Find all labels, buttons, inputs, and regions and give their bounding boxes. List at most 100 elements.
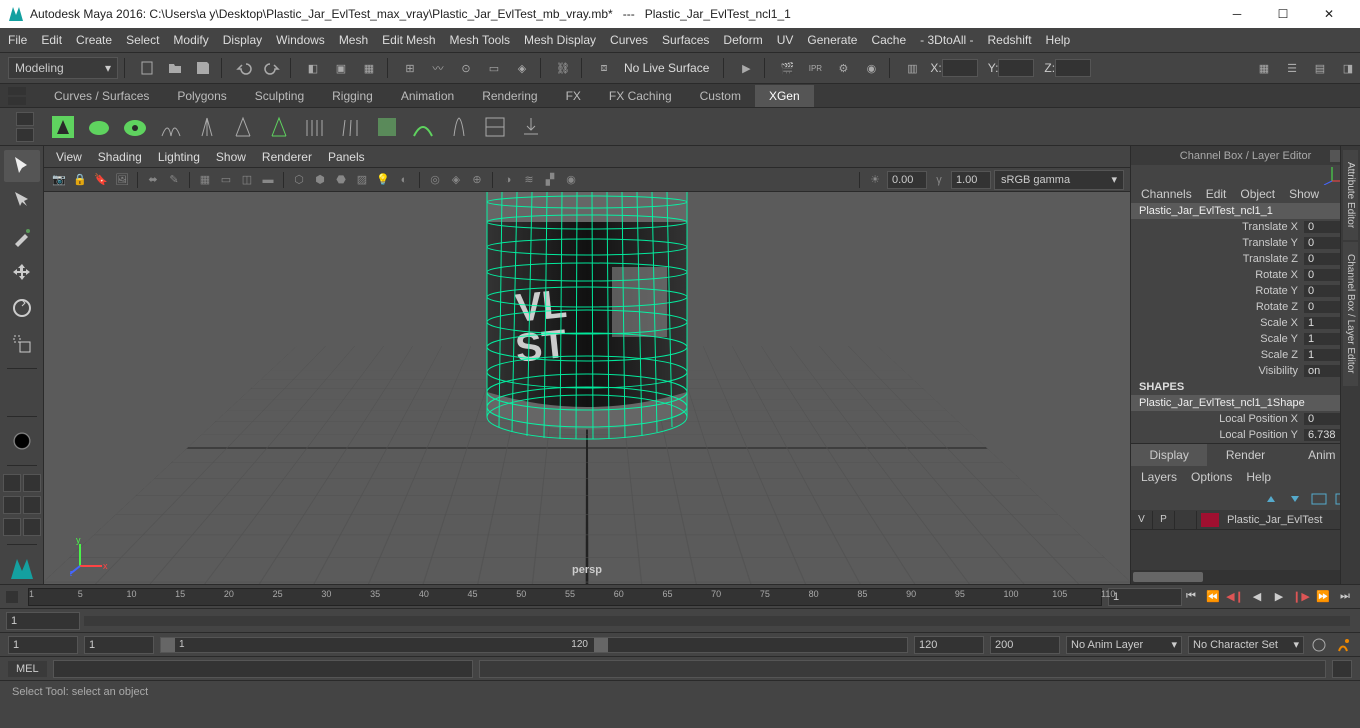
vp-gamma-icon[interactable]: γ	[930, 171, 948, 189]
shelf-tab-rigging[interactable]: Rigging	[318, 85, 387, 107]
cb-menu-show[interactable]: Show	[1289, 187, 1319, 201]
select-hierarchy-icon[interactable]: ◧	[301, 56, 325, 80]
layer-menu-help[interactable]: Help	[1246, 470, 1271, 484]
construction-history-icon[interactable]: ⛓	[551, 56, 575, 80]
ipr-render-icon[interactable]: IPR	[803, 56, 827, 80]
move-tool-icon[interactable]	[4, 257, 40, 289]
xgen-window-icon[interactable]	[46, 110, 80, 144]
attr-rx-label[interactable]: Rotate X	[1131, 269, 1304, 281]
time-scrubber[interactable]	[84, 616, 1350, 626]
step-back-key-icon[interactable]: ⏪	[1204, 588, 1222, 606]
layout-two-side-icon[interactable]	[3, 496, 21, 514]
snap-point-icon[interactable]: ⊙	[454, 56, 478, 80]
attr-lpy-label[interactable]: Local Position Y	[1131, 429, 1304, 441]
menu-modify[interactable]: Modify	[173, 33, 208, 47]
time-ruler[interactable]: 1510152025303540455055606570758085909510…	[28, 588, 1102, 606]
vp-2d-pan-icon[interactable]: ⬌	[144, 171, 162, 189]
xgen-density-icon[interactable]	[298, 110, 332, 144]
xgen-create-description-icon[interactable]	[82, 110, 116, 144]
cb-menu-edit[interactable]: Edit	[1206, 187, 1227, 201]
vp-xray-icon[interactable]: ◈	[447, 171, 465, 189]
layer-tab-display[interactable]: Display	[1131, 444, 1207, 466]
menu-editmesh[interactable]: Edit Mesh	[382, 33, 435, 47]
cb-menu-object[interactable]: Object	[1240, 187, 1275, 201]
range-end-outer[interactable]: 200	[990, 636, 1060, 654]
xgen-clump-icon[interactable]	[442, 110, 476, 144]
snap-live-icon[interactable]: ◈	[510, 56, 534, 80]
tool-settings-toggle-icon[interactable]: ▤	[1308, 56, 1332, 80]
vp-grease-icon[interactable]: ✎	[165, 171, 183, 189]
snap-plane-icon[interactable]: ▭	[482, 56, 506, 80]
shelf-tab-polygons[interactable]: Polygons	[163, 85, 240, 107]
layout-two-stack-icon[interactable]	[23, 496, 41, 514]
vp-image-plane-icon[interactable]: 🖼	[113, 171, 131, 189]
step-fwd-key-icon[interactable]: ⏩	[1314, 588, 1332, 606]
vp-exposure-field[interactable]: 0.00	[887, 171, 927, 189]
menu-redshift[interactable]: Redshift	[988, 33, 1032, 47]
select-component-icon[interactable]: ▦	[357, 56, 381, 80]
layout-outliner-icon[interactable]	[3, 518, 21, 536]
last-tool-icon[interactable]	[4, 377, 40, 409]
toggle-panel-icon[interactable]: ▥	[900, 56, 924, 80]
close-button[interactable]: ✕	[1306, 0, 1352, 28]
vp-grid-icon[interactable]: ▦	[196, 171, 214, 189]
menu-create[interactable]: Create	[76, 33, 112, 47]
open-scene-icon[interactable]	[163, 56, 187, 80]
range-end-inner[interactable]: 120	[914, 636, 984, 654]
layer-movedown-icon[interactable]	[1286, 492, 1304, 506]
vp-film-gate-icon[interactable]: ▭	[217, 171, 235, 189]
layer-new-empty-icon[interactable]	[1310, 492, 1328, 506]
anim-layer-dropdown[interactable]: No Anim Layer▾	[1066, 636, 1182, 654]
layer-color-swatch[interactable]	[1201, 513, 1219, 527]
vp-bookmark-icon[interactable]: 🔖	[92, 171, 110, 189]
layer-playback[interactable]: P	[1153, 511, 1175, 529]
channel-box-toggle-icon[interactable]: ◨	[1336, 56, 1360, 80]
redo-icon[interactable]	[260, 56, 284, 80]
shelf-tab-fxcaching[interactable]: FX Caching	[595, 85, 686, 107]
attr-ty-label[interactable]: Translate Y	[1131, 237, 1304, 249]
prefs-icon[interactable]	[1334, 636, 1352, 654]
menu-file[interactable]: File	[8, 33, 27, 47]
vp-gamma-field[interactable]: 1.00	[951, 171, 991, 189]
menu-display[interactable]: Display	[223, 33, 262, 47]
script-editor-icon[interactable]	[1332, 660, 1352, 678]
vp-ao-icon[interactable]: ◑	[499, 171, 517, 189]
vp-wireframe-icon[interactable]: ⬡	[290, 171, 308, 189]
select-tool-icon[interactable]	[4, 150, 40, 182]
shelf-tab-xgen[interactable]: XGen	[755, 85, 814, 107]
shelf-tab-curves[interactable]: Curves / Surfaces	[40, 85, 163, 107]
attr-sx-label[interactable]: Scale X	[1131, 317, 1304, 329]
shelf-trash-icon[interactable]	[16, 128, 34, 142]
charset-dropdown[interactable]: No Character Set▾	[1188, 636, 1304, 654]
vp-menu-panels[interactable]: Panels	[328, 150, 365, 164]
vtab-attribute-editor[interactable]: Attribute Editor	[1343, 150, 1358, 240]
vp-menu-show[interactable]: Show	[216, 150, 246, 164]
menu-help[interactable]: Help	[1046, 33, 1071, 47]
layout-single-icon[interactable]	[3, 474, 21, 492]
vp-color-dropdown[interactable]: sRGB gamma▾	[994, 170, 1124, 190]
xgen-guide4-icon[interactable]	[262, 110, 296, 144]
menu-deform[interactable]: Deform	[723, 33, 762, 47]
shelf-tab-animation[interactable]: Animation	[387, 85, 468, 107]
xgen-export-icon[interactable]	[514, 110, 548, 144]
coord-z-field[interactable]	[1055, 59, 1091, 77]
shelf-tab-custom[interactable]: Custom	[686, 85, 755, 107]
vp-xray-joints-icon[interactable]: ⊕	[468, 171, 486, 189]
attr-tz-label[interactable]: Translate Z	[1131, 253, 1304, 265]
attr-rz-label[interactable]: Rotate Z	[1131, 301, 1304, 313]
range-start-outer[interactable]: 1	[8, 636, 78, 654]
layer-moveup-icon[interactable]	[1262, 492, 1280, 506]
hypershade-icon[interactable]: ◉	[859, 56, 883, 80]
go-end-icon[interactable]: ⏭	[1336, 588, 1354, 606]
shelf-tab-rendering[interactable]: Rendering	[468, 85, 551, 107]
vp-exposure-icon[interactable]: ☀	[866, 171, 884, 189]
vp-menu-shading[interactable]: Shading	[98, 150, 142, 164]
vp-motion-blur-icon[interactable]: ≋	[520, 171, 538, 189]
shelf-gear-icon[interactable]	[16, 112, 34, 126]
modeling-toolkit-icon[interactable]: ▦	[1252, 56, 1276, 80]
snap-curve-icon[interactable]: 〰	[426, 56, 450, 80]
play-back-icon[interactable]: ◀	[1248, 588, 1266, 606]
command-input[interactable]	[53, 660, 473, 678]
attr-tx-label[interactable]: Translate X	[1131, 221, 1304, 233]
menu-meshtools[interactable]: Mesh Tools	[450, 33, 510, 47]
